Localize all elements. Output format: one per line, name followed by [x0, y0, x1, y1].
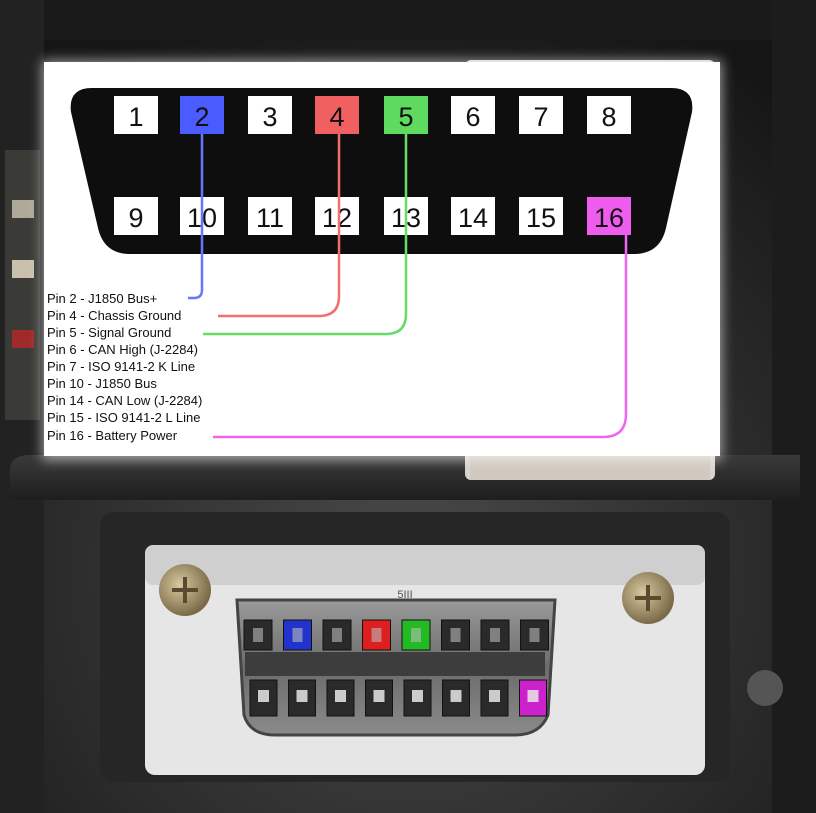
photo-pin-divider — [245, 652, 545, 676]
harness-clip — [12, 260, 34, 278]
pin-6-label: 6 — [465, 102, 480, 132]
legend-item-pin-16: Pin 16 - Battery Power — [47, 428, 178, 443]
pin-15-label: 15 — [526, 203, 556, 233]
pin-16-label: 16 — [594, 203, 624, 233]
pin-2-label: 2 — [194, 102, 209, 132]
legend-item-pin-5: Pin 5 - Signal Ground — [47, 325, 171, 340]
photo-pin-contact — [296, 690, 308, 702]
photo-pin-contact — [489, 690, 500, 702]
photo-pin-contact — [253, 628, 263, 642]
pin-11-label: 11 — [256, 203, 284, 233]
obd2-pinout-figure: 5III 12345678 9 10 11 12 13 14 15 16 Pin 2 - J1… — [0, 0, 816, 813]
legend-item-pin-4: Pin 4 - Chassis Ground — [47, 308, 181, 323]
screw-dash-icon — [747, 670, 783, 706]
photo-pin-contact — [335, 690, 346, 702]
photo-pin-contact — [371, 628, 382, 642]
photo-pin-contact — [411, 628, 421, 642]
photo-pin-contact — [490, 628, 500, 642]
pin-1-label: 1 — [128, 102, 143, 132]
pin-7-label: 7 — [533, 102, 548, 132]
pin-9-label: 9 — [128, 203, 143, 233]
legend-item-pin-15: Pin 15 - ISO 9141-2 L Line — [47, 410, 200, 425]
pin-5-label: 5 — [398, 102, 413, 132]
legend-item-pin-14: Pin 14 - CAN Low (J-2284) — [47, 393, 202, 408]
pin-3-label: 3 — [262, 102, 277, 132]
photo-pin-contact — [373, 690, 385, 702]
pin-14-label: 14 — [458, 203, 488, 233]
photo-pin-contact — [292, 628, 303, 642]
legend-item-pin-10: Pin 10 - J1850 Bus — [47, 376, 157, 391]
legend-item-pin-6: Pin 6 - CAN High (J-2284) — [47, 342, 198, 357]
photo-pin-contact — [258, 690, 269, 702]
recess-top-shade — [145, 545, 705, 585]
photo-pin-contact — [527, 690, 539, 702]
connector-photo: 5III — [100, 512, 783, 782]
photo-pin-contact — [529, 628, 540, 642]
wiring-harness-left — [5, 150, 40, 420]
pin-12-label: 12 — [322, 203, 352, 233]
photo-pin-contact — [412, 690, 423, 702]
photo-pin-contact — [332, 628, 342, 642]
photo-pin-contact — [450, 690, 462, 702]
legend-item-pin-2: Pin 2 - J1850 Bus+ — [47, 291, 157, 306]
harness-wire-red — [12, 330, 34, 348]
photo-pin-contact — [450, 628, 461, 642]
figure-canvas: 5III 12345678 9 10 11 12 13 14 15 16 Pin 2 - J1… — [0, 0, 816, 813]
connector-molded-label: 5III — [397, 589, 412, 601]
harness-clip — [12, 200, 34, 218]
pin-4-label: 4 — [329, 102, 344, 132]
legend-item-pin-7: Pin 7 - ISO 9141-2 K Line — [47, 359, 195, 374]
pin-8-label: 8 — [601, 102, 616, 132]
dash-top-edge — [0, 0, 816, 40]
pin-legend: Pin 2 - J1850 Bus+ Pin 4 - Chassis Groun… — [47, 291, 202, 443]
